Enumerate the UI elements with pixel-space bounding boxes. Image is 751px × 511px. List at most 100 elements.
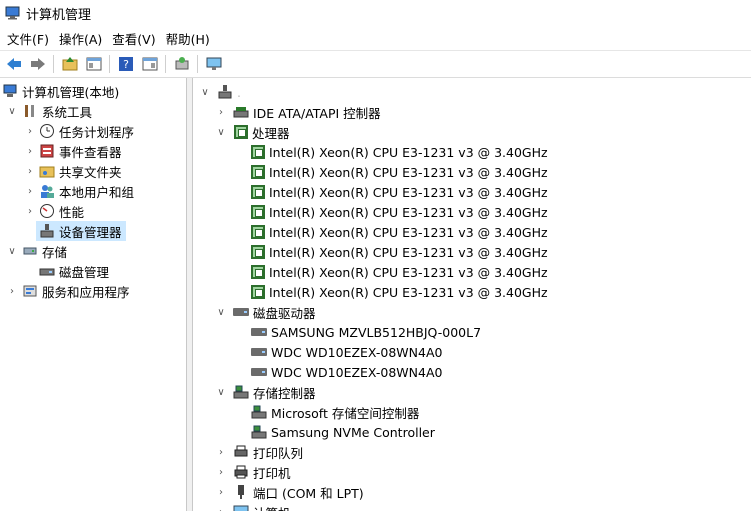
forward-button[interactable] xyxy=(28,54,48,74)
tree-item-local-users[interactable]: › 本地用户和组 xyxy=(24,181,134,201)
tree-item-label: 磁盘管理 xyxy=(59,264,110,280)
chevron-down-icon[interactable]: ∨ xyxy=(215,386,227,398)
chevron-right-icon[interactable]: › xyxy=(24,165,36,177)
device-category-disk-drives[interactable]: ∨ 磁盘驱动器 xyxy=(215,302,315,322)
device-item-disk[interactable]: WDC WD10EZEX-08WN4A0 xyxy=(251,342,442,362)
tree-item-label: 事件查看器 xyxy=(59,144,122,160)
device-tree-root[interactable]: ∨ . xyxy=(199,82,241,102)
chevron-down-icon[interactable]: ∨ xyxy=(215,126,227,138)
device-category-label: IDE ATA/ATAPI 控制器 xyxy=(253,105,381,121)
event-viewer-icon xyxy=(40,144,54,158)
tree-item-label: 共享文件夹 xyxy=(59,164,122,180)
tree-item-storage[interactable]: ∨ 存储 xyxy=(6,241,67,261)
chevron-down-icon[interactable]: ∨ xyxy=(199,86,211,98)
disk-drive-icon xyxy=(233,308,249,316)
device-item-label: WDC WD10EZEX-08WN4A0 xyxy=(271,344,443,360)
menu-help[interactable]: 帮助(H) xyxy=(166,29,210,48)
tree-root[interactable]: 计算机管理(本地) xyxy=(2,81,119,101)
computer-icon xyxy=(218,85,232,99)
tree-item-performance[interactable]: › 性能 xyxy=(24,201,84,221)
chevron-right-icon[interactable]: › xyxy=(6,285,18,297)
tree-item-device-manager[interactable]: 设备管理器 xyxy=(36,221,126,241)
device-item-label: SAMSUNG MZVLB512HBJQ-000L7 xyxy=(271,324,482,340)
up-folder-button[interactable] xyxy=(60,54,80,74)
printer-icon xyxy=(234,465,248,479)
tree-item-system-tools[interactable]: ∨ 系统工具 xyxy=(6,101,92,121)
menu-file[interactable]: 文件(F) xyxy=(7,29,49,48)
processor-icon xyxy=(251,185,265,199)
device-category-storage-controllers[interactable]: ∨ 存储控制器 xyxy=(215,382,316,402)
device-item-storage-controller[interactable]: Microsoft 存储空间控制器 xyxy=(251,402,419,422)
disk-management-icon xyxy=(39,268,55,276)
device-item-label: Intel(R) Xeon(R) CPU E3-1231 v3 @ 3.40GH… xyxy=(269,224,548,240)
device-category-ports[interactable]: › 端口 (COM 和 LPT) xyxy=(215,482,364,502)
device-item-disk[interactable]: SAMSUNG MZVLB512HBJQ-000L7 xyxy=(251,322,481,342)
back-button[interactable] xyxy=(4,54,24,74)
device-category-label: 存储控制器 xyxy=(253,385,316,401)
device-item-cpu[interactable]: Intel(R) Xeon(R) CPU E3-1231 v3 @ 3.40GH… xyxy=(251,162,548,182)
device-item-cpu[interactable]: Intel(R) Xeon(R) CPU E3-1231 v3 @ 3.40GH… xyxy=(251,142,548,162)
storage-icon xyxy=(23,247,37,255)
chevron-right-icon[interactable]: › xyxy=(24,205,36,217)
tree-item-disk-management[interactable]: 磁盘管理 xyxy=(36,261,109,281)
toolbar: ? xyxy=(0,50,751,78)
chevron-right-icon[interactable]: › xyxy=(24,145,36,157)
performance-icon xyxy=(40,204,54,218)
computer-management-icon xyxy=(3,84,17,97)
device-item-label: Samsung NVMe Controller xyxy=(271,424,435,440)
device-item-cpu[interactable]: Intel(R) Xeon(R) CPU E3-1231 v3 @ 3.40GH… xyxy=(251,202,548,222)
navigation-tree: 计算机管理(本地) ∨ 系统工具 › 任务计划程序 › 事件查看器 › 共享文件… xyxy=(0,78,187,511)
chevron-right-icon[interactable]: › xyxy=(215,466,227,478)
disk-drive-icon xyxy=(251,368,267,376)
properties-button[interactable] xyxy=(140,54,160,74)
device-item-storage-controller[interactable]: Samsung NVMe Controller xyxy=(251,422,435,442)
device-item-cpu[interactable]: Intel(R) Xeon(R) CPU E3-1231 v3 @ 3.40GH… xyxy=(251,282,548,302)
export-icon xyxy=(175,57,189,70)
chevron-right-icon[interactable]: › xyxy=(215,506,227,511)
device-category-label: 端口 (COM 和 LPT) xyxy=(253,485,364,501)
tree-item-event-viewer[interactable]: › 事件查看器 xyxy=(24,141,122,161)
menu-view[interactable]: 查看(V) xyxy=(112,29,155,48)
chevron-down-icon[interactable]: ∨ xyxy=(215,306,227,318)
device-category-ide[interactable]: › IDE ATA/ATAPI 控制器 xyxy=(215,102,381,122)
chevron-down-icon[interactable]: ∨ xyxy=(6,245,18,257)
device-category-print-queues[interactable]: › 打印队列 xyxy=(215,442,303,462)
device-category-label: 计算机 xyxy=(253,503,291,511)
device-item-cpu[interactable]: Intel(R) Xeon(R) CPU E3-1231 v3 @ 3.40GH… xyxy=(251,222,548,242)
help-button[interactable]: ? xyxy=(116,54,136,74)
chevron-right-icon[interactable]: › xyxy=(24,185,36,197)
menu-action[interactable]: 操作(A) xyxy=(59,29,102,48)
show-tree-button[interactable] xyxy=(84,54,104,74)
device-item-cpu[interactable]: Intel(R) Xeon(R) CPU E3-1231 v3 @ 3.40GH… xyxy=(251,182,548,202)
tree-root-label: 计算机管理(本地) xyxy=(22,84,120,100)
device-category-computer[interactable]: › 计算机 xyxy=(215,502,291,511)
tree-item-task-scheduler[interactable]: › 任务计划程序 xyxy=(24,121,134,141)
ide-controller-icon xyxy=(233,107,249,118)
device-category-printers[interactable]: › 打印机 xyxy=(215,462,291,482)
tree-item-label: 系统工具 xyxy=(42,104,93,120)
chevron-right-icon[interactable]: › xyxy=(215,486,227,498)
tree-item-shared-folders[interactable]: › 共享文件夹 xyxy=(24,161,122,181)
monitor-icon xyxy=(206,57,222,70)
device-item-cpu[interactable]: Intel(R) Xeon(R) CPU E3-1231 v3 @ 3.40GH… xyxy=(251,242,548,262)
window-title: 计算机管理 xyxy=(26,7,92,23)
computer-management-icon xyxy=(5,6,20,20)
chevron-down-icon[interactable]: ∨ xyxy=(6,105,18,117)
processor-icon xyxy=(251,245,265,259)
device-tree: ∨ . › IDE ATA/ATAPI 控制器 ∨ 处理器 Intel(R) X… xyxy=(193,78,751,511)
forward-icon xyxy=(31,58,45,70)
chevron-right-icon[interactable]: › xyxy=(215,446,227,458)
device-category-processors[interactable]: ∨ 处理器 xyxy=(215,122,290,142)
monitor-button[interactable] xyxy=(204,54,224,74)
export-button[interactable] xyxy=(172,54,192,74)
chevron-right-icon[interactable]: › xyxy=(24,125,36,137)
tree-item-label: 设备管理器 xyxy=(59,224,122,240)
toolbar-separator xyxy=(197,55,198,73)
device-item-cpu[interactable]: Intel(R) Xeon(R) CPU E3-1231 v3 @ 3.40GH… xyxy=(251,262,548,282)
device-category-label: 打印队列 xyxy=(253,445,304,461)
device-item-disk[interactable]: WDC WD10EZEX-08WN4A0 xyxy=(251,362,442,382)
print-queue-icon xyxy=(234,445,248,457)
tree-item-services-apps[interactable]: › 服务和应用程序 xyxy=(6,281,130,301)
chevron-right-icon[interactable]: › xyxy=(215,106,227,118)
up-folder-icon xyxy=(62,57,78,71)
